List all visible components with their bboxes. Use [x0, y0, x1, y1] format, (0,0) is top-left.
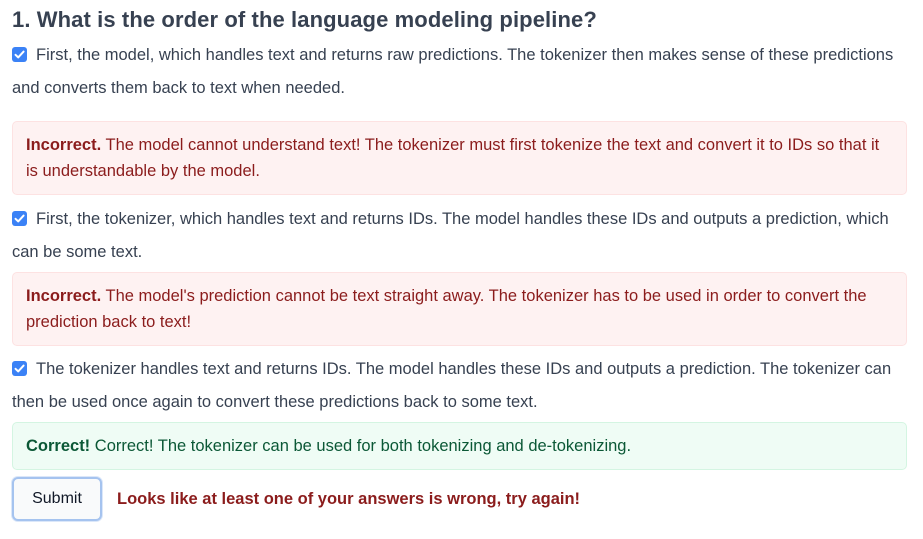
option-3-feedback: Correct! Correct! The tokenizer can be u…	[12, 422, 907, 470]
option-2: First, the tokenizer, which handles text…	[12, 203, 909, 269]
option-2-feedback-message: The model's prediction cannot be text st…	[26, 287, 867, 331]
option-2-label[interactable]: First, the tokenizer, which handles text…	[12, 210, 889, 261]
option-2-feedback: Incorrect. The model's prediction cannot…	[12, 272, 907, 346]
option-1-checkbox[interactable]	[12, 47, 27, 62]
option-2-checkbox[interactable]	[12, 211, 27, 226]
option-1-feedback: Incorrect. The model cannot understand t…	[12, 121, 907, 195]
result-message: Looks like at least one of your answers …	[117, 490, 581, 508]
question-title: 1. What is the order of the language mod…	[12, 7, 597, 32]
option-3-feedback-message: Correct! The tokenizer can be used for b…	[94, 437, 632, 455]
checkmark-icon	[14, 214, 25, 223]
option-1-label[interactable]: First, the model, which handles text and…	[12, 46, 893, 97]
option-3: The tokenizer handles text and returns I…	[12, 353, 909, 419]
option-3-label[interactable]: The tokenizer handles text and returns I…	[12, 360, 891, 411]
option-1: First, the model, which handles text and…	[12, 39, 909, 105]
option-1-feedback-message: The model cannot understand text! The to…	[26, 136, 880, 180]
option-2-verdict: Incorrect.	[26, 287, 102, 305]
option-3-checkbox[interactable]	[12, 361, 27, 376]
checkmark-icon	[14, 364, 25, 373]
option-1-verdict: Incorrect.	[26, 136, 102, 154]
checkmark-icon	[14, 50, 25, 59]
option-3-verdict: Correct!	[26, 437, 91, 455]
submit-button[interactable]: Submit	[12, 477, 102, 521]
quiz-question: 1. What is the order of the language mod…	[0, 0, 923, 539]
